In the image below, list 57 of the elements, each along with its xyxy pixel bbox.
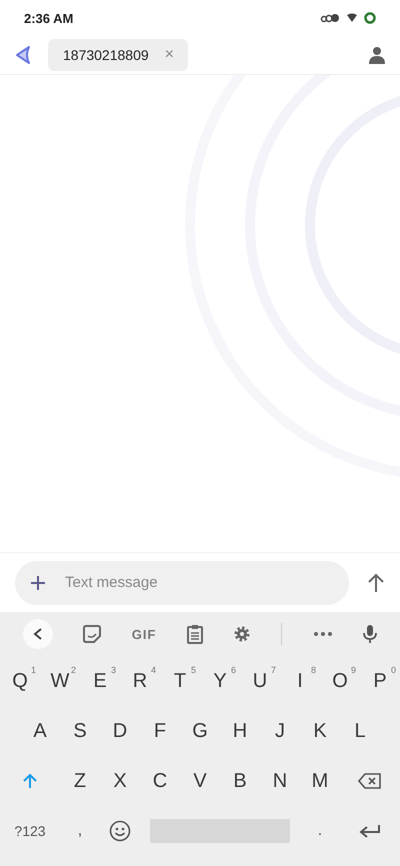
keyboard-key[interactable]: X [100, 756, 140, 806]
status-time: 2:36 AM [24, 10, 74, 26]
emoji-icon [109, 820, 131, 842]
recipient-number: 18730218809 [63, 47, 149, 63]
keyboard-key[interactable]: M [300, 756, 340, 806]
key-hint: 3 [110, 665, 116, 675]
send-icon[interactable] [367, 572, 385, 592]
key-hint: 8 [310, 665, 316, 675]
keyboard-key[interactable]: N [260, 756, 300, 806]
keyboard-key[interactable]: F [140, 706, 180, 756]
recipient-chip[interactable]: 18730218809 × [48, 39, 188, 71]
keyboard-key[interactable]: T 5 [160, 656, 200, 706]
keyboard-key[interactable]: A [20, 706, 60, 756]
keyboard-key[interactable]: B [220, 756, 260, 806]
key-hint: 2 [70, 665, 76, 675]
keyboard-key[interactable]: G [180, 706, 220, 756]
keyboard-key[interactable]: I 8 [280, 656, 320, 706]
enter-icon [359, 824, 381, 838]
keyboard-key[interactable]: H [220, 706, 260, 756]
settings-icon[interactable] [232, 625, 251, 643]
backspace-icon [358, 773, 382, 789]
chevron-left-icon [33, 628, 44, 640]
key-hint: 7 [270, 665, 276, 675]
key-hint: 6 [230, 665, 236, 675]
contact-icon[interactable] [368, 46, 386, 64]
status-circle-icon [364, 12, 376, 24]
signal-icon [320, 13, 340, 23]
key-hint: 0 [390, 665, 396, 675]
collapse-button[interactable] [23, 619, 54, 649]
clipboard-icon[interactable] [186, 624, 203, 644]
keyboard-key[interactable]: L [340, 706, 380, 756]
keyboard-key[interactable]: K [300, 706, 340, 756]
keyboard-key[interactable]: E 3 [80, 656, 120, 706]
keyboard-key[interactable]: V [180, 756, 220, 806]
key-hint: 9 [350, 665, 356, 675]
key-hint: 4 [150, 665, 156, 675]
keyboard-key[interactable]: P 0 [360, 656, 400, 706]
message-input[interactable]: Text message [63, 573, 334, 592]
comma-key[interactable]: , [60, 806, 100, 856]
message-bar[interactable]: Text message [15, 560, 349, 604]
key-hint: 1 [30, 665, 36, 675]
back-arrow-icon [14, 45, 32, 65]
keyboard-key[interactable]: D [100, 706, 140, 756]
keyboard-key[interactable]: S [60, 706, 100, 756]
more-icon[interactable] [312, 631, 332, 637]
shift-icon [23, 773, 37, 789]
keyboard-key[interactable]: C [140, 756, 180, 806]
gif-button[interactable]: GIF [132, 626, 156, 642]
add-icon[interactable] [30, 574, 46, 590]
sticker-icon[interactable] [83, 625, 102, 643]
microphone-icon[interactable] [362, 624, 377, 644]
keyboard-key[interactable]: Z [60, 756, 100, 806]
key-hint: 5 [190, 665, 196, 675]
keyboard-key[interactable]: J [260, 706, 300, 756]
period-key[interactable]: . [300, 806, 340, 856]
symbols-key[interactable]: ?123 [0, 806, 60, 856]
keyboard-key[interactable]: Y 6 [200, 656, 240, 706]
